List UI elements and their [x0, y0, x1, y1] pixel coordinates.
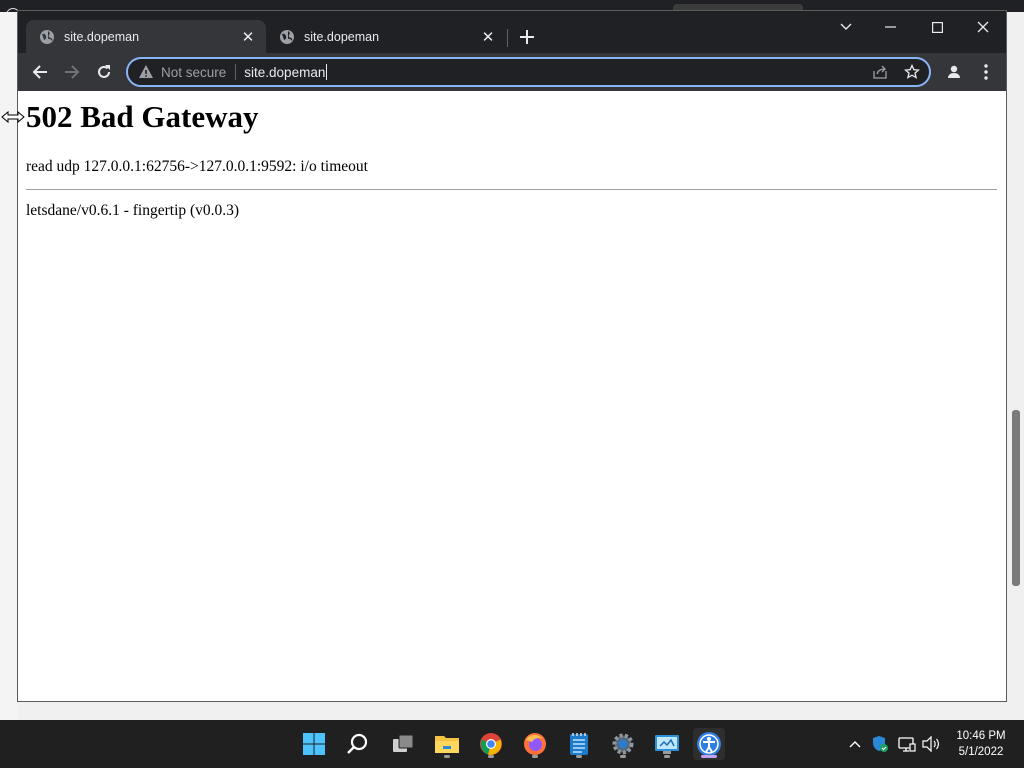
reload-button[interactable]: [90, 58, 118, 86]
show-hidden-icons-button[interactable]: [845, 734, 865, 754]
search-button[interactable]: [342, 728, 374, 760]
close-window-button[interactable]: [960, 11, 1006, 43]
settings-button[interactable]: [607, 728, 639, 760]
page-content: 502 Bad Gateway read udp 127.0.0.1:62756…: [18, 91, 1006, 701]
start-button[interactable]: [298, 728, 330, 760]
network-icon: [898, 737, 916, 752]
url-text[interactable]: site.dopeman: [244, 65, 325, 80]
start-icon: [303, 733, 325, 755]
reload-icon: [98, 65, 110, 78]
page-heading: 502 Bad Gateway: [26, 99, 259, 134]
star-icon: [904, 64, 920, 79]
network-tray-button[interactable]: [897, 734, 917, 754]
forward-button[interactable]: [58, 58, 86, 86]
volume-icon: [922, 736, 939, 752]
security-label[interactable]: Not secure: [161, 65, 226, 80]
task-view-icon: [393, 734, 414, 752]
clock-time: 10:46 PM: [956, 730, 1006, 742]
maximize-button[interactable]: [914, 11, 960, 43]
tab-inactive[interactable]: site.dopeman ✕: [266, 20, 506, 53]
background-scrollbar-thumb[interactable]: [1012, 410, 1020, 586]
address-bar[interactable]: Not secure site.dopeman: [126, 57, 931, 87]
running-indicator: [620, 755, 626, 758]
browser-titlebar: site.dopeman ✕ site.dopeman ✕: [18, 11, 1006, 53]
maximize-icon: [931, 21, 943, 33]
chevron-down-icon: [840, 23, 852, 30]
running-indicator: [576, 755, 582, 758]
tab-search-button[interactable]: [823, 11, 869, 43]
file-explorer-button[interactable]: [431, 728, 463, 760]
browser-toolbar: Not secure site.dopeman: [18, 53, 1006, 91]
taskbar-clock[interactable]: 10:46 PM 5/1/2022: [950, 728, 1012, 760]
volume-tray-button[interactable]: [921, 734, 941, 754]
taskbar: 10:46 PM 5/1/2022: [0, 720, 1024, 768]
plus-icon: [520, 30, 534, 44]
control-panel-button[interactable]: [651, 728, 683, 760]
firefox-icon: [524, 733, 546, 755]
tab-active[interactable]: site.dopeman ✕: [26, 20, 266, 53]
warning-icon[interactable]: [138, 64, 154, 80]
background-window-right-edge: [1006, 12, 1024, 722]
minimize-button[interactable]: [867, 11, 913, 43]
close-icon: [977, 21, 989, 33]
task-view-button[interactable]: [387, 728, 419, 760]
bookmark-button[interactable]: [903, 63, 921, 81]
chrome-button[interactable]: [475, 728, 507, 760]
new-tab-button[interactable]: [515, 25, 539, 49]
shield-icon: [873, 736, 888, 752]
server-signature: letsdane/v0.6.1 - fingertip (v0.0.3): [26, 202, 240, 219]
error-message: read udp 127.0.0.1:62756->127.0.0.1:9592…: [26, 158, 368, 175]
active-indicator: [701, 755, 717, 758]
running-indicator: [444, 755, 450, 758]
share-button[interactable]: [871, 63, 889, 81]
notepad-button[interactable]: [563, 728, 595, 760]
chrome-icon: [480, 733, 502, 755]
profile-button[interactable]: [943, 61, 965, 83]
globe-icon: [280, 29, 294, 44]
minimize-icon: [884, 26, 896, 28]
tab-close-icon[interactable]: ✕: [240, 29, 256, 46]
globe-icon: [40, 29, 54, 44]
tab-separator: [507, 29, 508, 47]
person-icon: [948, 65, 960, 78]
search-icon: [347, 733, 368, 754]
browser-window: site.dopeman ✕ site.dopeman ✕ Not secure…: [17, 10, 1007, 702]
file-explorer-icon: [435, 736, 459, 753]
fingertip-button[interactable]: [693, 728, 725, 760]
notepad-icon: [570, 733, 588, 755]
running-indicator: [664, 755, 670, 758]
tab-title: site.dopeman: [304, 29, 380, 44]
running-indicator: [532, 755, 538, 758]
arrow-left-icon: [32, 65, 47, 79]
browser-menu-button[interactable]: [975, 61, 997, 83]
security-tray-button[interactable]: [870, 734, 890, 754]
horizontal-rule: [26, 189, 997, 190]
control-panel-icon: [655, 735, 679, 754]
resize-cursor-icon: [1, 110, 25, 124]
text-caret: [326, 64, 328, 80]
chevron-up-icon: [849, 741, 861, 748]
clock-date: 5/1/2022: [958, 746, 1004, 758]
back-button[interactable]: [26, 58, 54, 86]
share-icon: [873, 65, 887, 79]
firefox-button[interactable]: [519, 728, 551, 760]
more-vert-icon: [984, 64, 988, 80]
tab-title: site.dopeman: [64, 29, 140, 44]
omnibox-divider: [235, 64, 237, 80]
settings-icon: [612, 733, 634, 755]
running-indicator: [488, 755, 494, 758]
tab-close-icon[interactable]: ✕: [480, 29, 496, 46]
fingertip-icon: [697, 732, 721, 756]
arrow-right-icon: [65, 65, 80, 79]
